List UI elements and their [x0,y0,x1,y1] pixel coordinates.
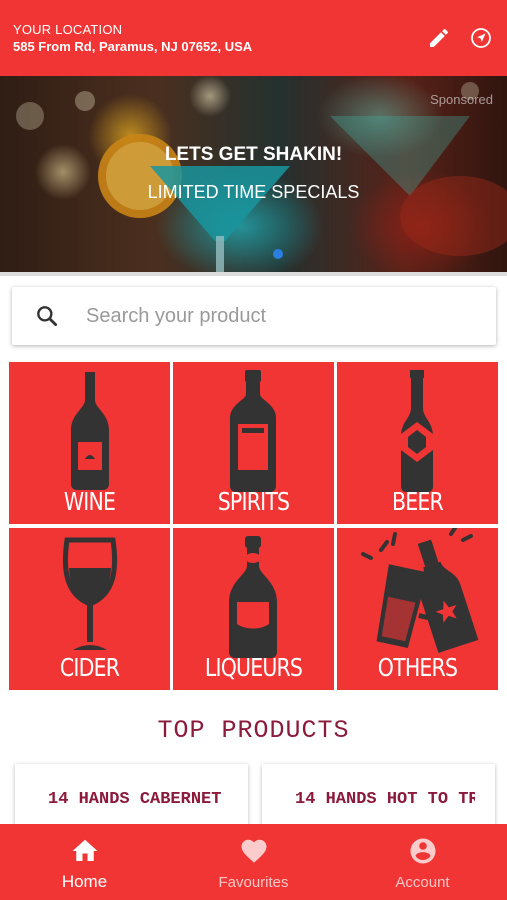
category-label: OTHERS [377,653,458,682]
banner-divider [0,272,507,276]
carousel-dot[interactable] [273,249,283,259]
product-name: 14 HANDS CABERNET [48,790,222,809]
category-grid: WINE SPIRITS BEER CIDER LIQUEURS OTHERS [9,362,499,690]
nav-label: Home [61,872,108,891]
bottom-navigation: Home Favourites Account [0,824,507,900]
account-circle-icon [408,836,438,866]
top-products-title: TOP PRODUCTS [157,716,350,745]
pencil-icon[interactable] [427,26,451,50]
navigation-arrow-icon[interactable] [469,26,493,50]
search-icon [34,303,60,329]
product-name: 14 HANDS HOT TO TROT [295,790,475,809]
category-wine[interactable]: WINE [9,362,170,524]
category-spirits[interactable]: SPIRITS [173,362,334,524]
location-label: YOUR LOCATION [13,22,123,37]
category-cider[interactable]: CIDER [9,528,170,690]
nav-label: Account [395,874,450,891]
heart-icon [239,836,269,866]
category-beer[interactable]: BEER [337,362,498,524]
location-header: YOUR LOCATION 585 From Rd, Paramus, NJ 0… [0,0,507,76]
home-icon [70,836,100,866]
nav-label: Favourites [218,874,289,891]
nav-home[interactable]: Home [0,824,169,900]
nav-favourites[interactable]: Favourites [169,824,338,900]
category-others[interactable]: OTHERS [337,528,498,690]
banner-subtitle: LIMITED TIME SPECIALS [147,182,360,202]
promo-banner[interactable]: Sponsored LETS GET SHAKIN! LIMITED TIME … [0,76,507,272]
category-label: BEER [392,487,444,516]
location-address[interactable]: 585 From Rd, Paramus, NJ 07652, USA [13,39,252,54]
category-label: LIQUEURS [204,653,303,682]
search-bar[interactable] [12,287,496,345]
category-label: SPIRITS [217,487,290,516]
search-input[interactable] [86,287,486,345]
banner-title: LETS GET SHAKIN! [164,144,343,165]
nav-account[interactable]: Account [338,824,507,900]
sponsored-label: Sponsored [430,92,493,107]
category-liqueurs[interactable]: LIQUEURS [173,528,334,690]
category-label: CIDER [59,653,120,682]
category-label: WINE [63,487,116,516]
